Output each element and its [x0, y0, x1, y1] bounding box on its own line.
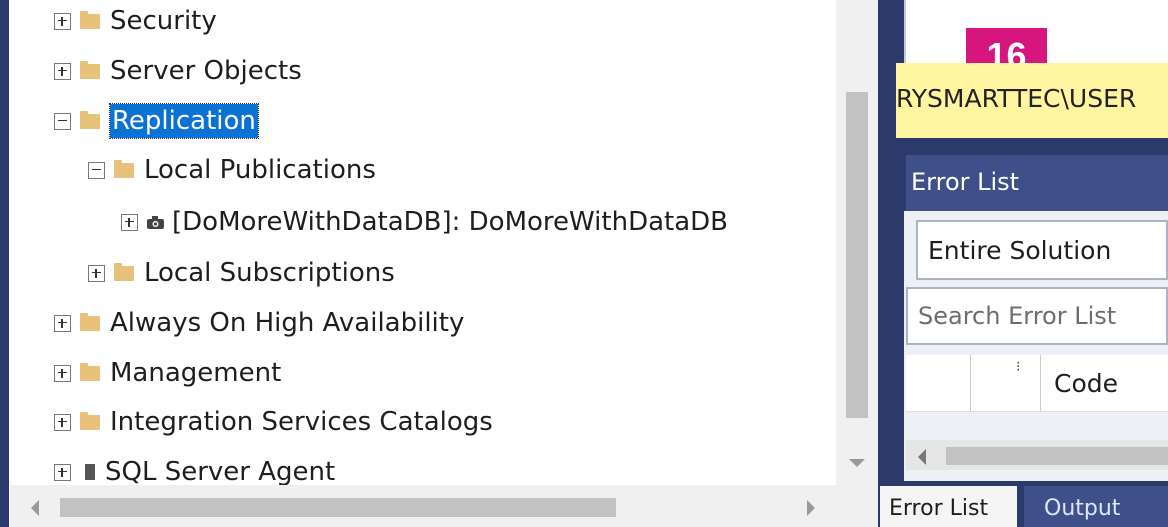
expand-plus-icon[interactable] — [54, 12, 71, 30]
tree-node-domorewithdatadb-domorewithdatadb[interactable]: [DoMoreWithDataDB]: DoMoreWithDataDB — [121, 200, 728, 244]
scroll-right-arrow-icon[interactable] — [804, 498, 818, 518]
tree-node-label: Always On High Availability — [110, 308, 465, 338]
expand-plus-icon[interactable] — [54, 364, 71, 382]
tab-output-label: Output — [1044, 496, 1121, 521]
expand-plus-icon[interactable] — [54, 314, 71, 332]
tree-node-label: Local Publications — [144, 155, 376, 185]
expand-plus-icon[interactable] — [54, 62, 71, 80]
tree-node-label: Local Subscriptions — [144, 258, 395, 288]
scroll-down-arrow-icon[interactable] — [846, 456, 868, 470]
tree-node-server-objects[interactable]: Server Objects — [54, 49, 302, 93]
error-list-title: Error List — [911, 168, 1020, 196]
folder-icon — [80, 110, 100, 129]
tree-node-label: Integration Services Catalogs — [110, 407, 493, 437]
tree-node-label: Security — [110, 6, 217, 36]
folder-icon — [80, 362, 100, 381]
folder-icon — [80, 411, 100, 430]
collapse-minus-icon[interactable] — [88, 161, 105, 179]
folder-icon — [80, 312, 100, 331]
horizontal-scrollbar-thumb[interactable] — [60, 498, 616, 517]
tree-node-local-subscriptions[interactable]: Local Subscriptions — [88, 251, 395, 295]
scrollbar-corner — [836, 480, 878, 527]
folder-icon — [80, 60, 100, 79]
expand-plus-icon[interactable] — [54, 463, 71, 481]
tree-node-label: Management — [110, 358, 282, 388]
connection-user-text: RYSMARTTEC\USER — [896, 84, 1137, 113]
column-separator[interactable] — [1040, 355, 1041, 411]
filter-icon[interactable]: ⁝ — [1016, 359, 1020, 375]
folder-icon — [80, 10, 100, 29]
tree-node-security[interactable]: Security — [54, 0, 217, 43]
tree-node-integration-services-catalogs[interactable]: Integration Services Catalogs — [54, 400, 493, 444]
tree-node-management[interactable]: Management — [54, 351, 281, 395]
expand-plus-icon[interactable] — [54, 413, 71, 431]
scroll-left-arrow-icon[interactable] — [28, 498, 42, 518]
vertical-scrollbar-thumb[interactable] — [846, 92, 868, 418]
object-explorer-pane: Security Server Objects Replication Local P… — [0, 0, 878, 527]
camera-icon — [147, 215, 164, 229]
column-header-code[interactable]: Code — [1054, 369, 1118, 398]
tree-node-label: [DoMoreWithDataDB]: DoMoreWithDataDB — [172, 207, 729, 237]
collapse-minus-icon[interactable] — [54, 112, 71, 130]
column-separator[interactable] — [970, 355, 971, 411]
tree-node-replication[interactable]: Replication — [54, 99, 259, 143]
window-left-border — [0, 0, 9, 527]
tree-node-local-publications[interactable]: Local Publications — [88, 148, 376, 192]
error-list-search-placeholder: Search Error List — [918, 302, 1117, 330]
agent-icon — [85, 464, 95, 480]
error-list-scrollbar-thumb[interactable] — [946, 447, 1168, 465]
expand-plus-icon[interactable] — [121, 213, 138, 231]
scroll-left-arrow-icon[interactable] — [915, 447, 929, 467]
tree-node-label: Server Objects — [110, 56, 302, 86]
tree-node-always-on-high-availability[interactable]: Always On High Availability — [54, 301, 464, 345]
folder-icon — [114, 262, 134, 281]
tree-node-label: SQL Server Agent — [105, 457, 336, 487]
tree-node-label: Replication — [109, 103, 259, 139]
expand-plus-icon[interactable] — [88, 264, 105, 282]
error-scope-value: Entire Solution — [928, 236, 1112, 265]
error-grid-header — [906, 355, 1168, 412]
folder-icon — [114, 159, 134, 178]
tab-error-list-label: Error List — [889, 496, 989, 521]
